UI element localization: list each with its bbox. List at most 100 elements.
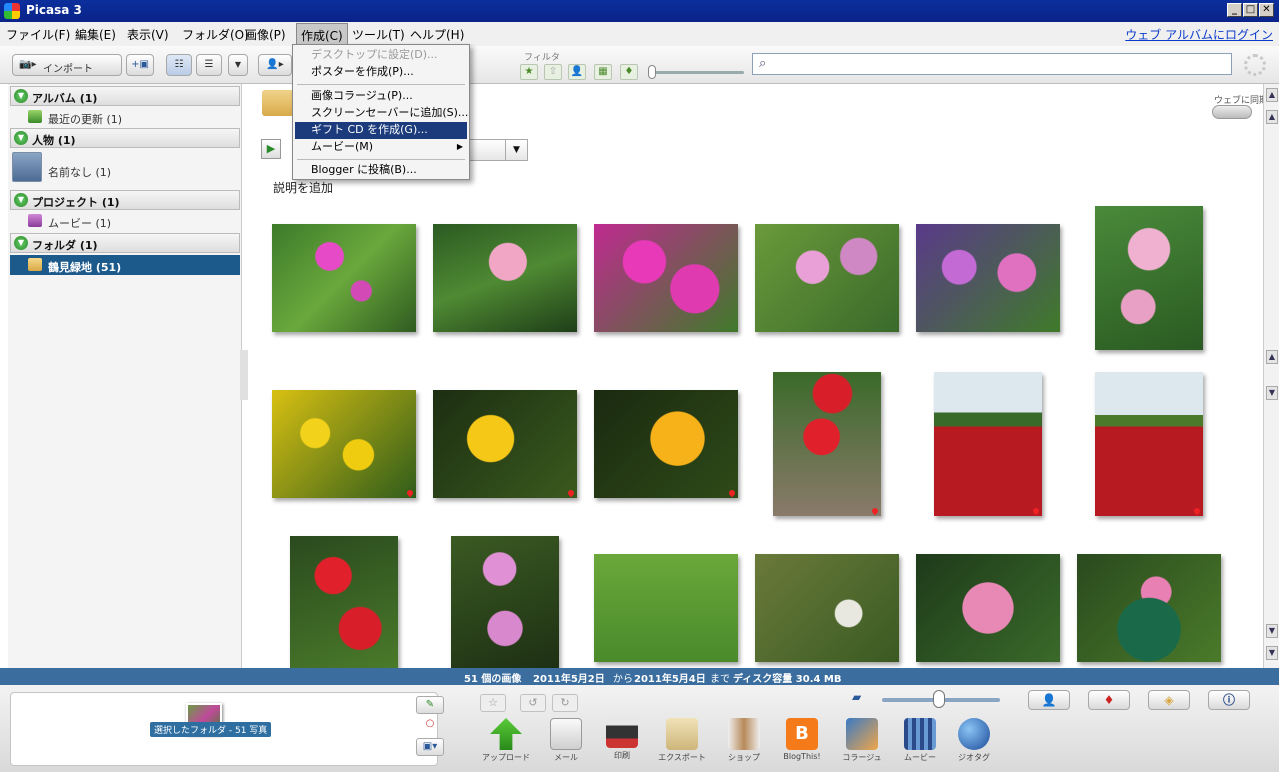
- albums-header[interactable]: ▼ アルバム (1): [10, 86, 240, 106]
- menu-folder[interactable]: フォルダ(O): [182, 26, 249, 43]
- photo-thumbnail[interactable]: [934, 372, 1042, 516]
- status-bar: 51 個の画像 2011年5月2日 から 2011年5月4日 まで ディスク容量…: [0, 668, 1279, 685]
- photo-thumbnail[interactable]: [594, 554, 738, 662]
- menu-item-add-screensaver[interactable]: スクリーンセーバーに追加(S)...: [295, 105, 468, 122]
- view-dropdown-button[interactable]: ▼: [228, 54, 248, 76]
- minimize-button[interactable]: _: [1227, 3, 1242, 17]
- people-filter-icon[interactable]: 👤: [568, 64, 586, 80]
- scroll-down-icon[interactable]: ▼: [1266, 646, 1278, 660]
- upload-filter-icon[interactable]: ⇧: [544, 64, 562, 80]
- date-filter-slider[interactable]: [652, 71, 744, 74]
- web-sync-toggle[interactable]: [1212, 105, 1252, 119]
- clear-selection-icon[interactable]: ○: [416, 716, 444, 734]
- rotate-right-icon[interactable]: ↻: [552, 694, 578, 712]
- search-input[interactable]: ⌕: [752, 53, 1232, 75]
- scroll-up-icon[interactable]: ▲: [1266, 110, 1278, 124]
- photo-thumbnail[interactable]: [433, 390, 577, 498]
- add-to-album-button[interactable]: +▣: [126, 54, 154, 76]
- geotag-pin-icon: [727, 488, 737, 498]
- panel-resize-handle[interactable]: [240, 350, 248, 400]
- info-button[interactable]: ⓘ: [1208, 690, 1250, 710]
- movie-label: ムービー: [904, 753, 936, 762]
- scroll-up-icon[interactable]: ▲: [1266, 350, 1278, 364]
- movie-button[interactable]: ムービー: [902, 718, 938, 766]
- menu-tools[interactable]: ツール(T): [352, 26, 405, 43]
- scroll-up-icon[interactable]: ▲: [1266, 88, 1278, 102]
- shop-button[interactable]: ショップ: [726, 718, 762, 766]
- expand-icon: ▼: [14, 236, 28, 250]
- photo-thumbnail[interactable]: [272, 224, 416, 332]
- person-item-unnamed[interactable]: 名前なし (1): [10, 160, 240, 180]
- photo-thumbnail[interactable]: [755, 554, 899, 662]
- photo-thumbnail[interactable]: [773, 372, 881, 516]
- menu-item-post-blogger[interactable]: Blogger に投稿(B)...: [295, 162, 467, 179]
- export-button[interactable]: エクスポート: [658, 718, 706, 766]
- photo-thumbnail[interactable]: [594, 390, 738, 498]
- photo-thumbnail[interactable]: [916, 224, 1060, 332]
- photo-thumbnail[interactable]: [272, 390, 416, 498]
- geotag-filter-icon[interactable]: ♦: [620, 64, 638, 80]
- upload-button[interactable]: アップロード: [482, 718, 530, 766]
- web-album-login-link[interactable]: ウェブ アルバムにログイン: [1125, 26, 1273, 43]
- export-label: エクスポート: [658, 753, 706, 762]
- menu-picture[interactable]: 画像(P): [245, 26, 286, 43]
- photo-thumbnail[interactable]: [1095, 206, 1203, 350]
- menu-item-picture-collage[interactable]: 画像コラージュ(P)...: [295, 88, 467, 105]
- shop-label: ショップ: [728, 753, 760, 762]
- email-button[interactable]: メール: [548, 718, 584, 766]
- photo-thumbnail[interactable]: [433, 224, 577, 332]
- folders-header[interactable]: ▼ フォルダ (1): [10, 233, 240, 253]
- projects-header[interactable]: ▼ プロジェクト (1): [10, 190, 240, 210]
- scroll-down-icon[interactable]: ▼: [1266, 386, 1278, 400]
- maximize-button[interactable]: □: [1243, 3, 1258, 17]
- photo-thumbnail[interactable]: [916, 554, 1060, 662]
- menu-item-make-poster[interactable]: ポスターを作成(P)...: [295, 64, 467, 81]
- places-button[interactable]: ♦: [1088, 690, 1130, 710]
- menu-item-set-desktop[interactable]: デスクトップに設定(D)...: [295, 47, 467, 64]
- blogthis-button[interactable]: B BlogThis!: [783, 718, 821, 766]
- album-item-recent[interactable]: 最近の更新 (1): [10, 107, 240, 127]
- hold-pin-icon[interactable]: ✎: [416, 696, 444, 714]
- date-filter-thumb[interactable]: [648, 65, 656, 79]
- menu-file[interactable]: ファイル(F): [6, 26, 70, 43]
- people-header[interactable]: ▼ 人物 (1): [10, 128, 240, 148]
- project-item-movie[interactable]: ムービー (1): [10, 211, 240, 231]
- menu-help[interactable]: ヘルプ(H): [410, 26, 464, 43]
- vertical-scrollbar[interactable]: ▲ ▲ ▲ ▼ ▼ ▼: [1263, 84, 1279, 668]
- rotate-left-icon[interactable]: ↺: [520, 694, 546, 712]
- photo-thumbnail[interactable]: [1077, 554, 1221, 662]
- tags-button[interactable]: ◈: [1148, 690, 1190, 710]
- photo-thumbnail[interactable]: [1095, 372, 1203, 516]
- menu-edit[interactable]: 編集(E): [75, 26, 116, 43]
- blogthis-label: BlogThis!: [783, 752, 821, 761]
- photo-thumbnail[interactable]: [290, 536, 398, 668]
- list-view-icon[interactable]: ☰: [196, 54, 222, 76]
- slideshow-play-button[interactable]: ▶: [261, 139, 281, 159]
- add-to-album-dropdown[interactable]: ▣▾: [416, 738, 444, 756]
- sort-select[interactable]: ▼: [468, 139, 528, 161]
- scroll-down-icon[interactable]: ▼: [1266, 624, 1278, 638]
- album-icon: [28, 110, 42, 123]
- thumbnail-size-thumb[interactable]: [933, 690, 945, 708]
- menu-item-movie[interactable]: ムービー(M) ▶: [295, 139, 467, 156]
- menu-bar: ファイル(F) 編集(E) 表示(V) フォルダ(O) 画像(P) 作成(C) …: [0, 22, 1279, 48]
- people-button[interactable]: 👤: [1028, 690, 1070, 710]
- close-button[interactable]: ✕: [1259, 3, 1274, 17]
- photo-thumbnail[interactable]: [451, 536, 559, 668]
- print-button[interactable]: 印刷: [604, 716, 640, 764]
- people-view-button[interactable]: 👤▸: [258, 54, 292, 76]
- photo-thumbnail[interactable]: [594, 224, 738, 332]
- grid-view-icon[interactable]: ☷: [166, 54, 192, 76]
- folder-item-tsurumi[interactable]: 鶴見緑地 (51): [10, 255, 240, 275]
- menu-item-gift-cd[interactable]: ギフト CD を作成(G)...: [295, 122, 467, 139]
- starred-filter-icon[interactable]: ★: [520, 64, 538, 80]
- menu-view[interactable]: 表示(V): [127, 26, 169, 43]
- collage-button[interactable]: コラージュ: [842, 718, 882, 766]
- geotag-button[interactable]: ジオタグ: [956, 718, 992, 766]
- print-label: 印刷: [614, 751, 630, 760]
- add-description-field[interactable]: 説明を追加: [273, 179, 333, 196]
- import-button[interactable]: 📷▸ インポート: [12, 54, 122, 76]
- star-button[interactable]: ☆: [480, 694, 506, 712]
- movie-filter-icon[interactable]: ▦: [594, 64, 612, 80]
- photo-thumbnail[interactable]: [755, 224, 899, 332]
